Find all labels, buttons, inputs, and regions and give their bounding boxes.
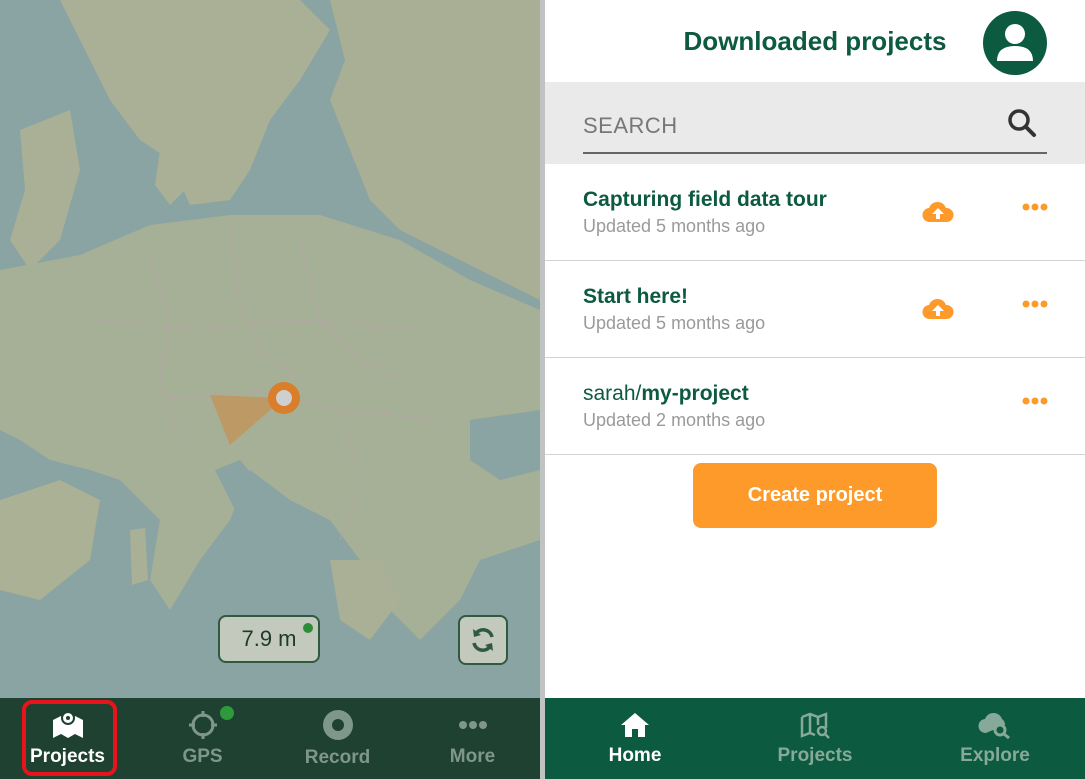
user-icon xyxy=(997,24,1033,61)
sync-button[interactable] xyxy=(458,615,508,665)
create-project-button[interactable]: Create project xyxy=(693,463,937,528)
nav-home-label: Home xyxy=(608,744,662,766)
map-nav-record-label: Record xyxy=(304,746,371,768)
nav-explore[interactable]: Explore xyxy=(905,698,1085,779)
map-nav-more-label: More xyxy=(449,745,496,767)
nav-home[interactable]: Home xyxy=(545,698,725,779)
app-bottom-nav: Home Projects Explore xyxy=(545,698,1085,779)
map-nav-projects-label: Projects xyxy=(30,745,105,767)
cloud-upload-icon[interactable] xyxy=(922,200,954,226)
search-icon[interactable] xyxy=(1007,108,1037,138)
projects-panel: Downloaded projects Capturing field data… xyxy=(545,0,1085,779)
map-nav-more[interactable]: More xyxy=(405,698,540,779)
project-row[interactable]: sarah/my-project Updated 2 months ago xyxy=(545,358,1085,455)
nav-explore-label: Explore xyxy=(960,744,1030,766)
more-options-icon[interactable] xyxy=(1022,202,1048,212)
project-updated: Updated 5 months ago xyxy=(583,313,766,333)
project-updated: Updated 5 months ago xyxy=(583,216,766,236)
record-icon xyxy=(322,709,353,740)
crosshair-icon xyxy=(188,710,217,739)
gps-accuracy-chip[interactable]: 7.9 m xyxy=(218,615,320,663)
project-name: Start here! xyxy=(583,285,688,309)
project-name: sarah/my-project xyxy=(583,382,749,406)
gps-accuracy-text: 7.9 m xyxy=(241,626,297,651)
map-nav-gps[interactable]: GPS xyxy=(135,698,270,779)
project-title: Start here! xyxy=(583,285,689,308)
map-nav-record[interactable]: Record xyxy=(270,698,405,779)
project-title: my-project xyxy=(641,382,749,405)
project-namespace: sarah/ xyxy=(583,382,642,405)
nav-projects-label: Projects xyxy=(777,744,853,766)
sync-icon xyxy=(472,628,494,652)
map-nav-gps-label: GPS xyxy=(182,745,223,767)
home-icon xyxy=(621,712,649,737)
more-options-icon[interactable] xyxy=(1022,299,1048,309)
search-bar xyxy=(545,82,1085,164)
search-input[interactable] xyxy=(583,82,1047,154)
map-pin-icon xyxy=(52,710,83,738)
map-canvas[interactable] xyxy=(0,0,540,698)
project-row[interactable]: Capturing field data tour Updated 5 mont… xyxy=(545,164,1085,261)
cloud-upload-icon[interactable] xyxy=(922,297,954,323)
map-search-icon xyxy=(800,711,830,739)
project-row[interactable]: Start here! Updated 5 months ago xyxy=(545,261,1085,358)
map-bottom-nav: Projects GPS Record More xyxy=(0,698,540,779)
project-name: Capturing field data tour xyxy=(583,188,827,212)
gps-status-dot xyxy=(303,623,313,633)
nav-projects[interactable]: Projects xyxy=(725,698,905,779)
user-avatar[interactable] xyxy=(983,11,1047,75)
gps-status-badge xyxy=(220,706,234,720)
project-updated: Updated 2 months ago xyxy=(583,410,766,430)
project-title: Capturing field data tour xyxy=(583,188,827,211)
map-nav-projects[interactable]: Projects xyxy=(0,698,135,779)
map-panel: 7.9 m Projects GPS Record More xyxy=(0,0,540,779)
more-options-icon[interactable] xyxy=(1022,396,1048,406)
map-view[interactable]: 7.9 m xyxy=(0,0,540,698)
more-dots-icon xyxy=(458,720,487,729)
cloud-search-icon xyxy=(978,712,1010,739)
